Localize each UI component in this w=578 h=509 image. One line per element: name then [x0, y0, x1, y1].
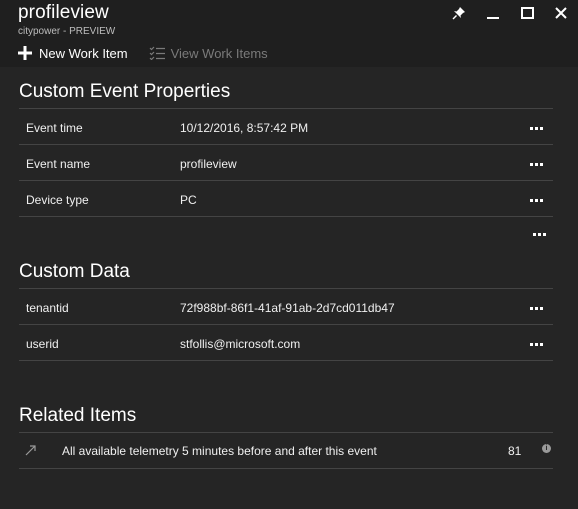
minimize-icon[interactable] — [476, 0, 510, 26]
property-value: PC — [180, 193, 197, 207]
property-key: Event name — [26, 157, 91, 171]
command-bar: New Work Item View Work Items — [16, 43, 288, 63]
info-icon[interactable]: i — [542, 444, 551, 453]
property-row-device-type: Device type PC — [19, 181, 553, 217]
more-options-icon[interactable] — [528, 123, 545, 134]
plus-icon — [16, 44, 34, 62]
related-items-heading: Related Items — [19, 405, 137, 426]
blade-subtitle: citypower - PREVIEW — [18, 26, 116, 37]
view-work-items-label: View Work Items — [170, 45, 268, 61]
window-controls — [442, 0, 578, 26]
related-item-count: 81 — [508, 444, 522, 458]
related-item-telemetry[interactable]: All available telemetry 5 minutes before… — [19, 432, 553, 469]
blade-title: profileview — [18, 2, 109, 23]
related-item-label: All available telemetry 5 minutes before… — [62, 444, 377, 458]
checklist-icon — [148, 44, 166, 62]
data-row-tenantid: tenantid 72f988bf-86f1-41af-91ab-2d7cd01… — [19, 289, 553, 325]
diagonal-arrow-icon — [25, 444, 37, 459]
data-key: userid — [26, 337, 59, 351]
section-more-options-icon[interactable] — [531, 229, 548, 240]
more-options-icon[interactable] — [528, 303, 545, 314]
new-work-item-label: New Work Item — [39, 45, 128, 61]
more-options-icon[interactable] — [528, 159, 545, 170]
more-options-icon[interactable] — [528, 195, 545, 206]
data-key: tenantid — [26, 301, 69, 315]
more-options-icon[interactable] — [528, 339, 545, 350]
property-value: 10/12/2016, 8:57:42 PM — [180, 121, 309, 135]
data-value: 72f988bf-86f1-41af-91ab-2d7cd011db47 — [180, 301, 395, 315]
property-key: Event time — [26, 121, 83, 135]
custom-event-properties-heading: Custom Event Properties — [19, 81, 231, 102]
data-value: stfollis@microsoft.com — [180, 337, 301, 351]
data-row-userid: userid stfollis@microsoft.com — [19, 325, 553, 361]
property-row-event-time: Event time 10/12/2016, 8:57:42 PM — [19, 109, 553, 145]
view-work-items-button[interactable]: View Work Items — [148, 44, 268, 62]
blade-header: profileview citypower - PREVIEW New Work… — [0, 0, 578, 67]
property-row-event-name: Event name profileview — [19, 145, 553, 181]
blade: profileview citypower - PREVIEW New Work… — [0, 0, 578, 509]
close-icon[interactable] — [544, 0, 578, 26]
maximize-icon[interactable] — [510, 0, 544, 26]
property-key: Device type — [26, 193, 89, 207]
property-value: profileview — [180, 157, 237, 171]
pin-icon[interactable] — [442, 0, 476, 26]
new-work-item-button[interactable]: New Work Item — [16, 44, 128, 62]
custom-data-heading: Custom Data — [19, 261, 130, 282]
